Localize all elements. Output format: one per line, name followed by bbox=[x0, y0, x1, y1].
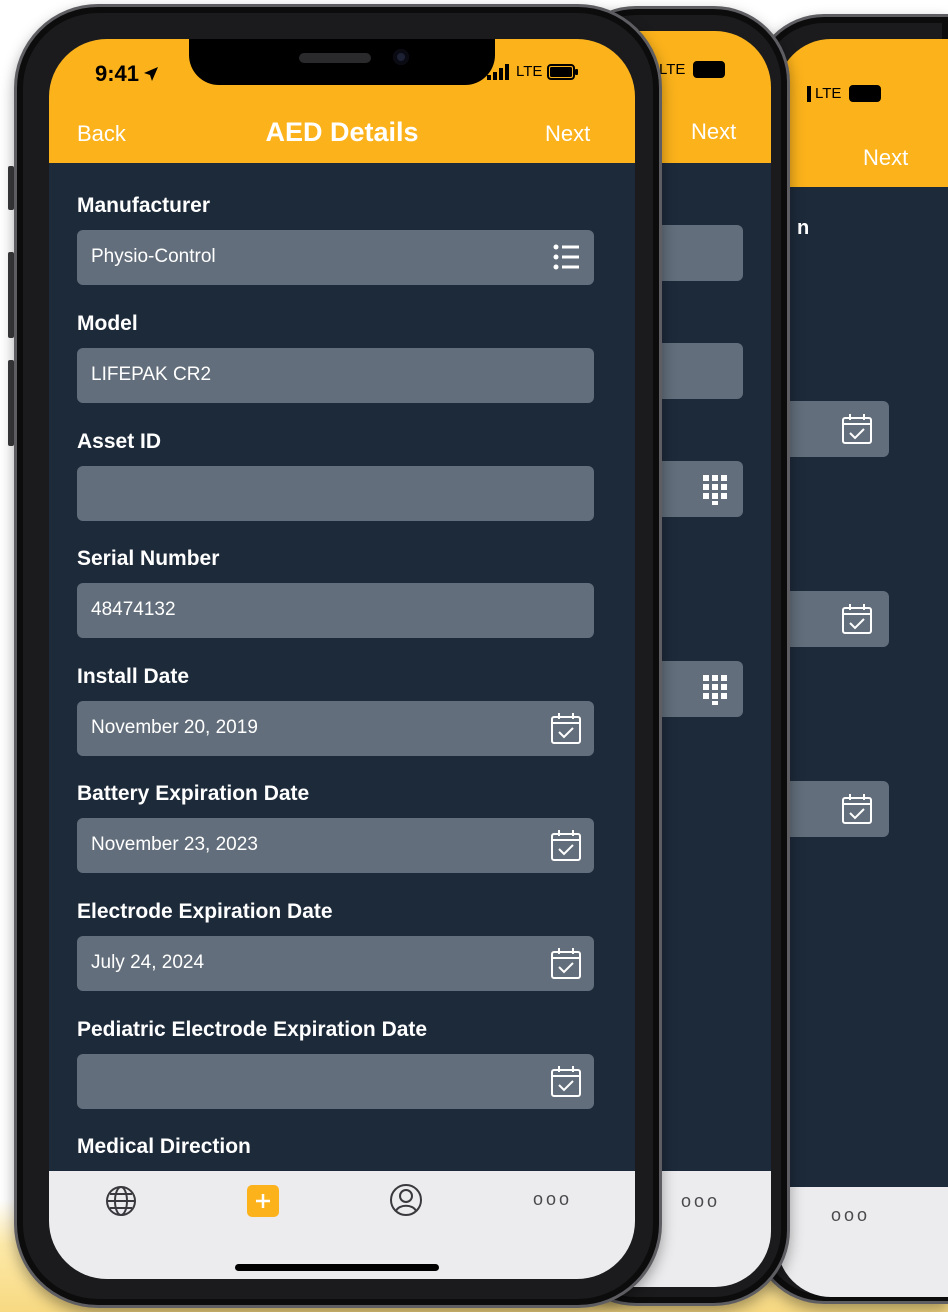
network-label: LTE bbox=[516, 63, 543, 80]
back-phone-3-date-field[interactable] bbox=[777, 781, 889, 837]
field-value: July 24, 2024 bbox=[91, 952, 205, 973]
field-label: Battery Expiration Date bbox=[77, 782, 310, 805]
speaker bbox=[299, 53, 371, 63]
location-arrow-icon bbox=[144, 67, 159, 81]
add-icon[interactable] bbox=[247, 1185, 279, 1217]
status-time: 9:41 bbox=[95, 61, 159, 87]
electrode-expiration-field[interactable]: July 24, 2024 bbox=[77, 936, 594, 991]
tab-bar: ooo bbox=[49, 1171, 635, 1279]
install-date-field[interactable]: November 20, 2019 bbox=[77, 701, 594, 756]
app-header: 9:41 LTE Back AED Details Next bbox=[49, 39, 635, 163]
field-label: Electrode Expiration Date bbox=[77, 900, 333, 923]
battery-icon bbox=[693, 61, 726, 78]
battery-expiration-field[interactable]: November 23, 2023 bbox=[77, 818, 594, 873]
status-right: LTE bbox=[487, 63, 579, 80]
field-label: Serial Number bbox=[77, 547, 220, 570]
back-phone-3-label-fragment: n bbox=[797, 217, 810, 239]
asset-id-field[interactable] bbox=[77, 466, 594, 521]
more-icon[interactable]: ooo bbox=[533, 1189, 572, 1210]
keypad-icon[interactable] bbox=[701, 473, 729, 505]
back-phone-3-appbar: LTE Next bbox=[777, 39, 948, 187]
calendar-icon[interactable] bbox=[550, 946, 582, 980]
calendar-icon[interactable] bbox=[841, 603, 873, 635]
signal-icon bbox=[487, 63, 509, 80]
field-value: 48474132 bbox=[91, 599, 176, 620]
back-phone-3-tabbar: ooo bbox=[777, 1187, 948, 1297]
more-icon[interactable]: ooo bbox=[831, 1205, 870, 1226]
manufacturer-field[interactable]: Physio-Control bbox=[77, 230, 594, 285]
calendar-icon[interactable] bbox=[550, 828, 582, 862]
notch bbox=[189, 39, 495, 85]
calendar-icon[interactable] bbox=[550, 711, 582, 745]
field-label: Install Date bbox=[77, 665, 190, 688]
pediatric-electrode-expiration-field[interactable] bbox=[77, 1054, 594, 1109]
network-label: LTE bbox=[659, 61, 686, 78]
back-phone-2-next-button[interactable]: Next bbox=[691, 119, 736, 145]
calendar-icon[interactable] bbox=[550, 1064, 582, 1098]
more-icon[interactable]: ooo bbox=[681, 1191, 720, 1212]
back-phone-3-screen: LTE Next n ooo bbox=[777, 39, 948, 1297]
network-label: LTE bbox=[815, 85, 842, 102]
time-label: 9:41 bbox=[95, 61, 140, 86]
main-screen: 9:41 LTE Back AED Details Next Manufactu… bbox=[49, 39, 635, 1279]
field-label: Manufacturer bbox=[77, 194, 211, 217]
back-phone-3-date-field[interactable] bbox=[777, 591, 889, 647]
calendar-icon[interactable] bbox=[841, 793, 873, 825]
globe-icon[interactable] bbox=[105, 1185, 137, 1217]
battery-icon bbox=[849, 85, 882, 102]
front-camera bbox=[393, 49, 409, 65]
field-label: Model bbox=[77, 312, 138, 335]
home-indicator bbox=[235, 1264, 439, 1271]
signal-icon bbox=[807, 85, 811, 102]
field-value: November 20, 2019 bbox=[91, 717, 258, 738]
back-phone-3-date-field[interactable] bbox=[777, 401, 889, 457]
back-phone-3-status: LTE bbox=[807, 85, 882, 102]
keypad-icon[interactable] bbox=[701, 673, 729, 705]
main-phone: 9:41 LTE Back AED Details Next Manufactu… bbox=[14, 4, 662, 1308]
serial-number-field[interactable]: 48474132 bbox=[77, 583, 594, 638]
back-phone-3-next-button[interactable]: Next bbox=[863, 145, 908, 171]
field-value: LIFEPAK CR2 bbox=[91, 364, 212, 385]
calendar-icon[interactable] bbox=[841, 413, 873, 445]
profile-icon[interactable] bbox=[389, 1183, 423, 1217]
field-label: Pediatric Electrode Expiration Date bbox=[77, 1018, 428, 1041]
field-value: Physio-Control bbox=[91, 246, 216, 267]
list-icon[interactable] bbox=[552, 241, 580, 273]
model-field[interactable]: LIFEPAK CR2 bbox=[77, 348, 594, 403]
battery-icon bbox=[547, 63, 579, 80]
next-button[interactable]: Next bbox=[545, 121, 590, 147]
field-label: Asset ID bbox=[77, 430, 162, 453]
section-heading: Medical Direction bbox=[77, 1135, 251, 1158]
field-value: November 23, 2023 bbox=[91, 834, 258, 855]
back-phone-2-status: LTE bbox=[651, 61, 726, 78]
